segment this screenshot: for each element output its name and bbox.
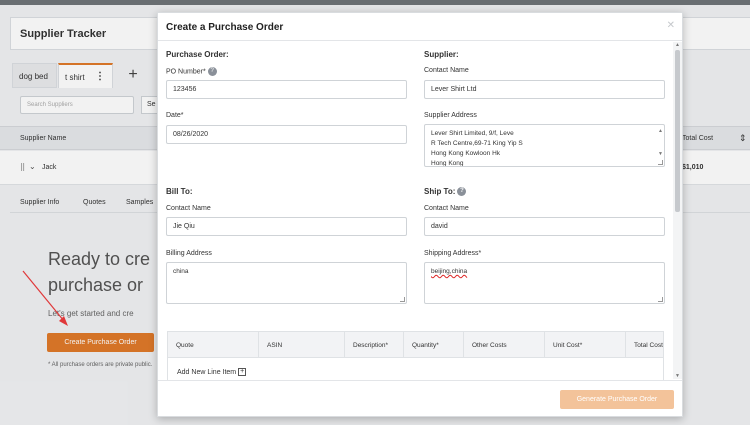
ship-to-text: Ship To:	[424, 187, 456, 196]
ship-contact-input[interactable]: david	[424, 217, 665, 236]
add-line-item-label: Add New Line Item	[177, 368, 237, 376]
scrollbar-thumb[interactable]	[675, 50, 680, 212]
help-icon[interactable]: ?	[207, 67, 217, 76]
po-number-label-text: PO Number*	[166, 68, 206, 76]
address-line: Lever Shirt Limited, 9/f, Leve	[431, 130, 514, 137]
generate-purchase-order-button[interactable]: Generate Purchase Order	[560, 390, 674, 409]
po-number-label: PO Number*?	[166, 67, 217, 76]
address-line: R Tech Centre,69-71 King Yip S	[431, 140, 523, 147]
supplier-address-label: Supplier Address	[424, 112, 477, 119]
shipping-address-value: beijing,china	[431, 268, 468, 275]
address-line: Hong Kong	[431, 160, 464, 167]
billing-address-value: china	[173, 268, 189, 275]
scroll-up-icon[interactable]: ▲	[675, 42, 680, 48]
line-items-header: Quote ASIN Description* Quantity* Other …	[168, 332, 663, 358]
create-purchase-order-modal: Create a Purchase Order ✕ Purchase Order…	[157, 12, 683, 417]
billing-address-textarea[interactable]: china	[166, 262, 407, 304]
scroll-down-icon[interactable]: ▼	[658, 149, 663, 159]
modal-title: Create a Purchase Order	[166, 22, 284, 33]
supplier-contact-label: Contact Name	[424, 67, 469, 74]
modal-scrollbar[interactable]: ▲ ▼	[673, 42, 682, 379]
column-header-unit-cost: Unit Cost*	[544, 332, 625, 358]
supplier-address-textarea[interactable]: Lever Shirt Limited, 9/f, Leve R Tech Ce…	[424, 124, 665, 167]
bill-contact-input[interactable]: Jie Qiu	[166, 217, 407, 236]
column-header-description: Description*	[344, 332, 403, 358]
add-line-item-button[interactable]: Add New Line Item +	[177, 368, 247, 376]
shipping-address-label: Shipping Address*	[424, 250, 482, 257]
shipping-address-textarea[interactable]: beijing,china	[424, 262, 665, 304]
billing-address-label: Billing Address	[166, 250, 212, 257]
plus-icon: +	[238, 368, 247, 376]
scroll-down-icon[interactable]: ▼	[675, 373, 680, 379]
textarea-scrollbar[interactable]: ▲ ▼	[657, 126, 663, 159]
resize-handle-icon[interactable]	[400, 297, 405, 302]
line-items-table: Quote ASIN Description* Quantity* Other …	[167, 331, 664, 381]
scroll-up-icon[interactable]: ▲	[658, 126, 663, 136]
modal-footer: Generate Purchase Order	[158, 380, 682, 416]
column-header-quantity: Quantity*	[403, 332, 463, 358]
po-number-input[interactable]: 123456	[166, 80, 407, 99]
resize-handle-icon[interactable]	[658, 160, 663, 165]
date-input[interactable]: 08/26/2020	[166, 125, 407, 144]
column-header-other-costs: Other Costs	[463, 332, 544, 358]
column-header-total-cost: Total Cost	[625, 332, 663, 358]
close-icon[interactable]: ✕	[667, 20, 675, 31]
column-header-quote: Quote	[176, 342, 194, 349]
supplier-contact-input[interactable]: Lever Shirt Ltd	[424, 80, 665, 99]
column-header-asin: ASIN	[258, 332, 344, 358]
modal-header: Create a Purchase Order ✕	[158, 13, 682, 41]
section-ship-to: Ship To:?	[424, 187, 467, 197]
date-label: Date*	[166, 112, 184, 119]
help-icon[interactable]: ?	[457, 187, 467, 197]
resize-handle-icon[interactable]	[658, 297, 663, 302]
address-line: Hong Kong Kowloon Hk	[431, 150, 501, 157]
section-bill-to: Bill To:	[166, 187, 193, 196]
section-purchase-order: Purchase Order:	[166, 50, 229, 59]
ship-contact-label: Contact Name	[424, 205, 469, 212]
bill-contact-label: Contact Name	[166, 205, 211, 212]
section-supplier: Supplier:	[424, 50, 459, 59]
